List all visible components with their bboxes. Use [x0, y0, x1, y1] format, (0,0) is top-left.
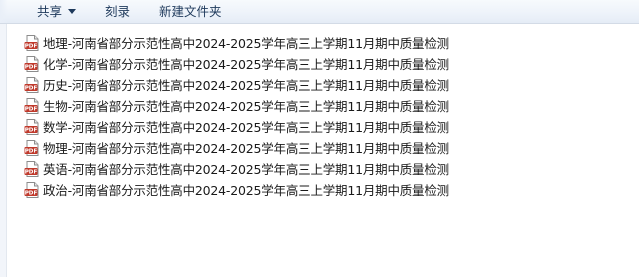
- svg-text:PDF: PDF: [25, 148, 38, 154]
- pdf-file-icon: PDF: [24, 181, 40, 198]
- svg-text:PDF: PDF: [25, 106, 38, 112]
- pdf-file-icon: PDF: [24, 76, 40, 93]
- burn-label: 刻录: [105, 4, 131, 19]
- svg-text:PDF: PDF: [25, 85, 38, 91]
- pdf-file-icon: PDF: [24, 139, 40, 156]
- explorer-window: 共享 刻录 新建文件夹 PDF 地理-河南省部分示范性高中2024-2025学年高…: [0, 0, 639, 277]
- svg-text:PDF: PDF: [25, 190, 38, 196]
- file-list: PDF 地理-河南省部分示范性高中2024-2025学年高三上学期11月期中质量检…: [24, 32, 624, 200]
- file-list-item[interactable]: PDF 数学-河南省部分示范性高中2024-2025学年高三上学期11月期中质量检…: [24, 116, 624, 137]
- svg-text:PDF: PDF: [25, 64, 38, 70]
- pdf-file-icon: PDF: [24, 34, 40, 51]
- svg-text:PDF: PDF: [25, 169, 38, 175]
- share-label: 共享: [37, 4, 63, 19]
- toolbar-edge: [0, 0, 8, 23]
- pdf-file-icon: PDF: [24, 160, 40, 177]
- svg-text:PDF: PDF: [25, 127, 38, 133]
- file-name: 物理-河南省部分示范性高中2024-2025学年高三上学期11月期中质量检测: [43, 141, 449, 156]
- file-list-item[interactable]: PDF 地理-河南省部分示范性高中2024-2025学年高三上学期11月期中质量检…: [24, 32, 624, 53]
- file-name: 历史-河南省部分示范性高中2024-2025学年高三上学期11月期中质量检测: [43, 78, 449, 93]
- pdf-file-icon: PDF: [24, 118, 40, 135]
- new-folder-label: 新建文件夹: [159, 4, 222, 19]
- file-list-item[interactable]: PDF 政治-河南省部分示范性高中2024-2025学年高三上学期11月期中质量检…: [24, 179, 624, 200]
- pdf-file-icon: PDF: [24, 55, 40, 72]
- file-name: 数学-河南省部分示范性高中2024-2025学年高三上学期11月期中质量检测: [43, 120, 449, 135]
- burn-button[interactable]: 刻录: [105, 2, 130, 21]
- file-name: 地理-河南省部分示范性高中2024-2025学年高三上学期11月期中质量检测: [43, 36, 449, 51]
- svg-text:PDF: PDF: [25, 43, 38, 49]
- file-list-item[interactable]: PDF 生物-河南省部分示范性高中2024-2025学年高三上学期11月期中质量检…: [24, 95, 624, 116]
- navigation-pane-edge[interactable]: [0, 24, 7, 277]
- file-list-item[interactable]: PDF 历史-河南省部分示范性高中2024-2025学年高三上学期11月期中质量检…: [24, 74, 624, 95]
- chevron-down-icon: [68, 9, 77, 14]
- pdf-file-icon: PDF: [24, 97, 40, 114]
- share-button[interactable]: 共享: [37, 2, 77, 21]
- new-folder-button[interactable]: 新建文件夹: [159, 2, 222, 21]
- file-name: 化学-河南省部分示范性高中2024-2025学年高三上学期11月期中质量检测: [43, 57, 449, 72]
- file-list-item[interactable]: PDF 化学-河南省部分示范性高中2024-2025学年高三上学期11月期中质量检…: [24, 53, 624, 74]
- file-name: 生物-河南省部分示范性高中2024-2025学年高三上学期11月期中质量检测: [43, 99, 449, 114]
- file-list-item[interactable]: PDF 英语-河南省部分示范性高中2024-2025学年高三上学期11月期中质量检…: [24, 158, 624, 179]
- file-name: 英语-河南省部分示范性高中2024-2025学年高三上学期11月期中质量检测: [43, 162, 449, 177]
- command-bar: 共享 刻录 新建文件夹: [0, 0, 639, 24]
- file-name: 政治-河南省部分示范性高中2024-2025学年高三上学期11月期中质量检测: [43, 183, 449, 198]
- file-list-item[interactable]: PDF 物理-河南省部分示范性高中2024-2025学年高三上学期11月期中质量检…: [24, 137, 624, 158]
